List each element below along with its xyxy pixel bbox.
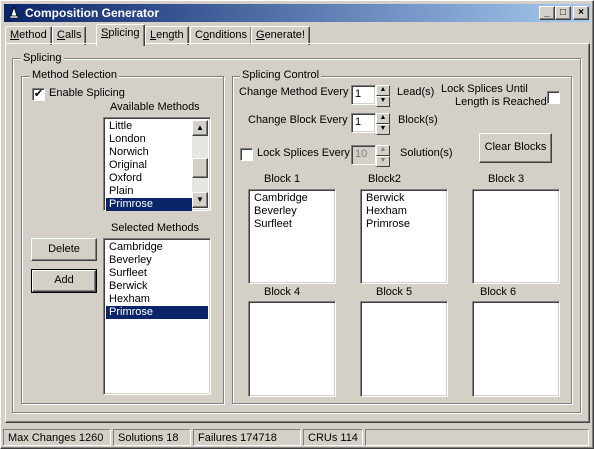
arrow-down-icon: ▼: [379, 157, 387, 164]
block-2-list[interactable]: Berwick Hexham Primrose: [360, 189, 448, 284]
status-bar: Max Changes 1260 Solutions 18 Failures 1…: [3, 428, 591, 447]
list-item[interactable]: Berwick: [106, 280, 208, 293]
available-methods-list[interactable]: Little London Norwich Original Oxford Pl…: [103, 117, 211, 211]
lock-splices-up-button[interactable]: ▲: [376, 145, 390, 156]
available-methods-label: Available Methods: [110, 101, 200, 113]
status-crus: CRUs 114: [303, 429, 363, 446]
change-method-label: Change Method Every: [239, 86, 349, 98]
list-item[interactable]: Plain: [106, 185, 192, 198]
app-window: Composition Generator _ □ × Method Calls…: [0, 0, 594, 449]
arrow-down-icon: ▼: [379, 97, 387, 104]
block-1-list[interactable]: Cambridge Beverley Surfleet: [248, 189, 336, 284]
block-3-title: Block 3: [488, 173, 525, 185]
maximize-button[interactable]: □: [555, 6, 571, 20]
lock-until-label-line1: Lock Splices Until: [441, 83, 528, 95]
block-4-title: Block 4: [264, 286, 301, 298]
block-6-title: Block 6: [480, 286, 517, 298]
list-item-selected[interactable]: Primrose: [106, 306, 208, 319]
arrow-up-icon: ▲: [379, 86, 387, 93]
change-block-input[interactable]: 1: [351, 113, 376, 133]
available-methods-scrollbar[interactable]: ▲ ▼: [192, 120, 208, 208]
arrow-down-icon: ▼: [196, 195, 204, 204]
list-item[interactable]: Surfleet: [251, 218, 308, 231]
arrow-down-icon: ▼: [379, 125, 387, 132]
close-button[interactable]: ×: [573, 6, 589, 20]
block-2-title: Block2: [368, 173, 402, 185]
block-5-list[interactable]: [360, 301, 448, 397]
block-4-list[interactable]: [248, 301, 336, 397]
list-item[interactable]: Norwich: [106, 146, 192, 159]
splicing-tab-page: Splicing Method Selection ✔ Enable Splic…: [5, 43, 590, 423]
change-block-down-button[interactable]: ▼: [376, 124, 390, 135]
arrow-up-icon: ▲: [196, 123, 204, 132]
list-item[interactable]: London: [106, 133, 192, 146]
block-6-list[interactable]: [472, 301, 560, 397]
change-block-label: Change Block Every: [248, 114, 348, 126]
list-item[interactable]: Surfleet: [106, 267, 208, 280]
window-title: Composition Generator: [25, 6, 160, 20]
scroll-down-button[interactable]: ▼: [192, 192, 208, 208]
list-item[interactable]: Cambridge: [251, 192, 308, 205]
scroll-thumb[interactable]: [192, 158, 208, 178]
list-item[interactable]: Hexham: [106, 293, 208, 306]
change-method-down-button[interactable]: ▼: [376, 96, 390, 107]
status-failures: Failures 174718: [193, 429, 301, 446]
lock-splices-every-input[interactable]: 10: [351, 145, 376, 165]
list-item[interactable]: Primrose: [363, 218, 410, 231]
list-item[interactable]: Hexham: [363, 205, 410, 218]
arrow-up-icon: ▲: [379, 146, 387, 153]
lock-splices-every-checkbox[interactable]: [240, 148, 253, 161]
lock-splices-down-button[interactable]: ▼: [376, 156, 390, 167]
lock-until-label-line2: Length is Reached: [455, 96, 547, 108]
block-5-title: Block 5: [376, 286, 413, 298]
change-block-unit: Block(s): [398, 114, 438, 126]
lock-splices-every-unit: Solution(s): [400, 147, 453, 159]
list-item[interactable]: Original: [106, 159, 192, 172]
arrow-up-icon: ▲: [379, 114, 387, 121]
lock-splices-every-label: Lock Splices Every: [257, 147, 350, 159]
scroll-up-button[interactable]: ▲: [192, 120, 208, 136]
splicing-group-label: Splicing: [21, 52, 64, 65]
bell-icon: [9, 5, 19, 19]
selected-methods-list[interactable]: Cambridge Beverley Surfleet Berwick Hexh…: [103, 238, 211, 395]
lock-until-length-checkbox[interactable]: [547, 91, 560, 104]
enable-splicing-checkbox[interactable]: ✔: [32, 88, 45, 101]
selected-methods-label: Selected Methods: [111, 222, 200, 234]
splicing-control-label: Splicing Control: [240, 69, 322, 82]
checkmark-icon: ✔: [33, 88, 44, 100]
list-item[interactable]: Oxford: [106, 172, 192, 185]
clear-blocks-button[interactable]: Clear Blocks: [479, 133, 552, 163]
tab-splicing[interactable]: Splicing: [96, 24, 145, 46]
change-method-up-button[interactable]: ▲: [376, 85, 390, 96]
change-block-up-button[interactable]: ▲: [376, 113, 390, 124]
minimize-button[interactable]: _: [539, 6, 555, 20]
list-item[interactable]: Beverley: [106, 254, 208, 267]
status-empty-panel: [365, 429, 589, 446]
method-selection-label: Method Selection: [30, 69, 119, 82]
change-method-unit: Lead(s): [397, 86, 435, 98]
list-item[interactable]: Beverley: [251, 205, 308, 218]
list-item-selected[interactable]: Primrose: [106, 198, 192, 211]
title-bar[interactable]: Composition Generator _ □ ×: [4, 4, 590, 22]
delete-button[interactable]: Delete: [31, 238, 97, 261]
list-item[interactable]: Little: [106, 120, 192, 133]
block-3-list[interactable]: [472, 189, 560, 284]
status-max-changes: Max Changes 1260: [3, 429, 111, 446]
list-item[interactable]: Berwick: [363, 192, 410, 205]
list-item[interactable]: Cambridge: [106, 241, 208, 254]
block-1-title: Block 1: [264, 173, 301, 185]
status-solutions: Solutions 18: [113, 429, 191, 446]
enable-splicing-label: Enable Splicing: [49, 87, 125, 99]
change-method-input[interactable]: 1: [351, 85, 376, 105]
add-button[interactable]: Add: [31, 269, 97, 293]
